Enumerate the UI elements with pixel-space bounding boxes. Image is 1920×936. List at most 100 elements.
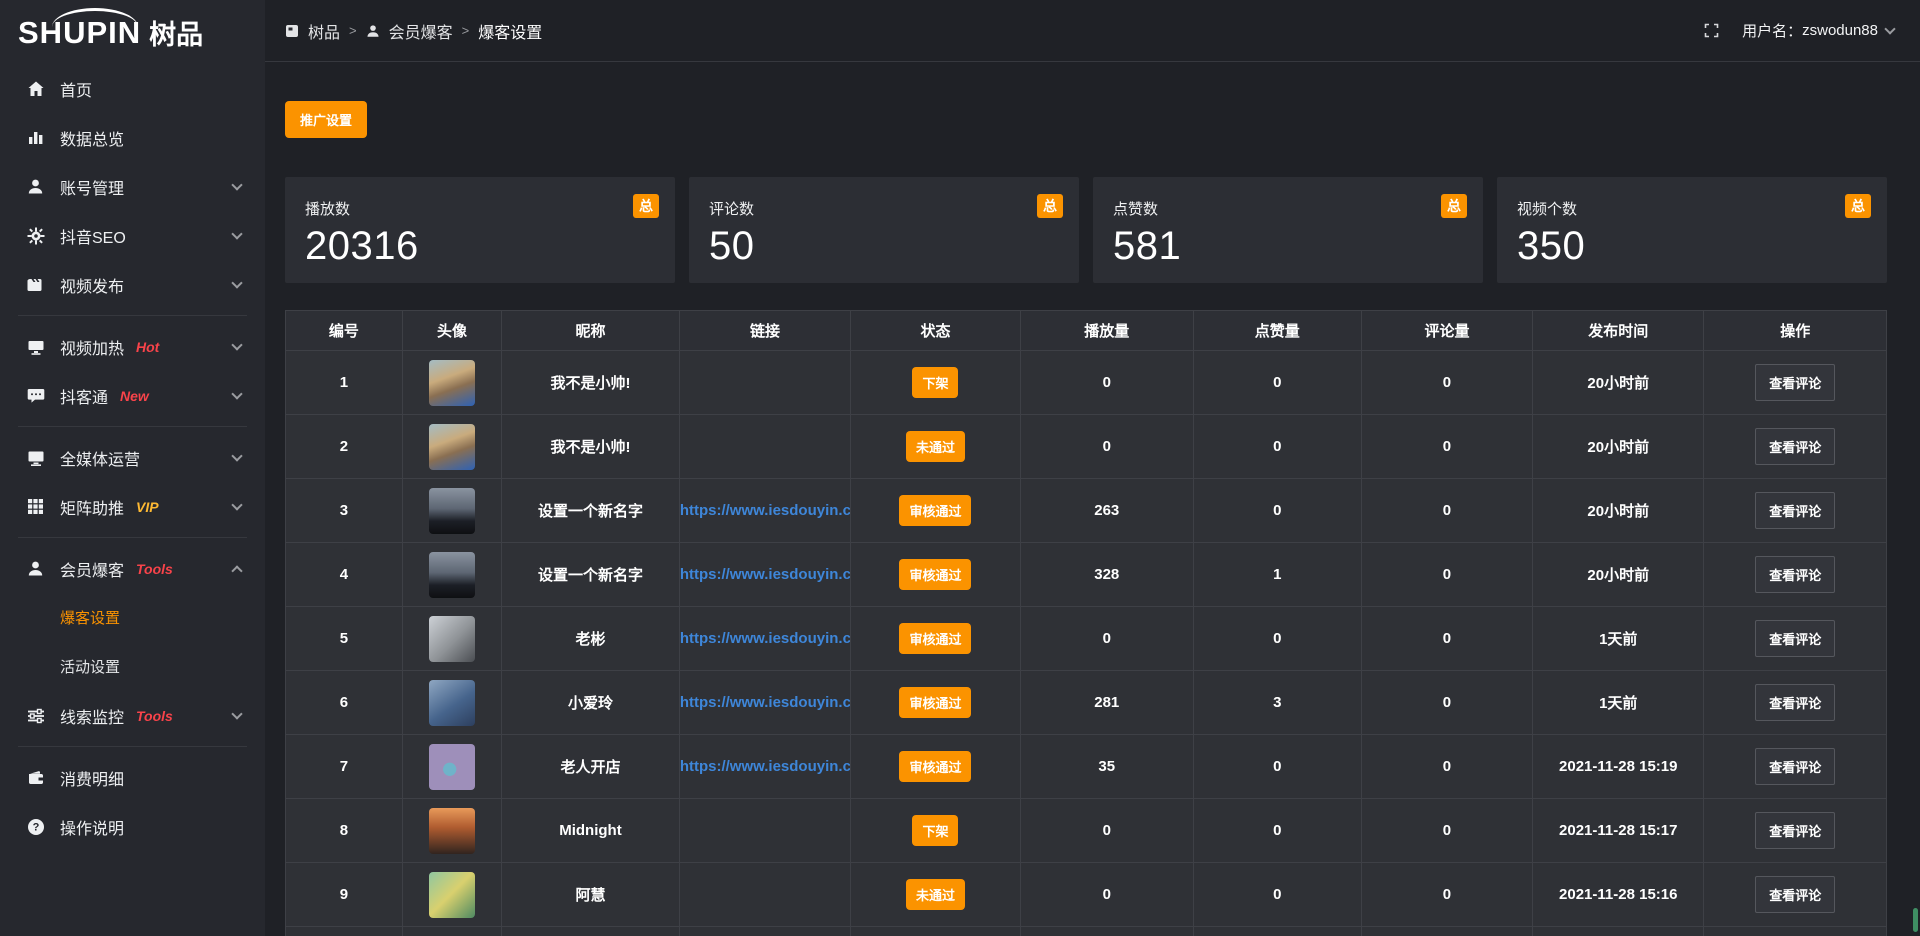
logo-text-cn: 树品 <box>149 13 203 52</box>
view-comments-button[interactable]: 查看评论 <box>1755 364 1835 401</box>
hot-badge: Hot <box>136 339 159 355</box>
sidebar-item-label: 账号管理 <box>60 175 124 199</box>
fullscreen-icon[interactable] <box>1703 22 1720 39</box>
cell-id: 1 <box>286 351 403 415</box>
table-row: 7 老人开店 https://www.iesdouyin.c 审核通过 35 0… <box>286 735 1887 799</box>
sidebar-item-omnimedia[interactable]: 全媒体运营 <box>0 433 265 482</box>
view-comments-button[interactable]: 查看评论 <box>1755 428 1835 465</box>
stat-value: 581 <box>1113 224 1467 269</box>
cell-link: https://www.iesdouyin.c <box>679 735 850 799</box>
sidebar-item-label: 视频发布 <box>60 273 124 297</box>
cell-id: 9 <box>286 863 403 927</box>
cell-likes: 0 <box>1193 415 1361 479</box>
cell-actions: 查看评论 <box>1704 735 1887 799</box>
cell-id: 2 <box>286 415 403 479</box>
cell-avatar <box>402 671 501 735</box>
breadcrumb: 树品 > 会员爆客 > 爆客设置 <box>285 19 542 43</box>
sidebar-divider <box>18 315 247 316</box>
status-badge: 审核通过 <box>899 623 971 654</box>
stat-label: 播放数 <box>305 198 659 219</box>
avatar <box>429 744 475 790</box>
cell-time: 20小时前 <box>1533 543 1704 607</box>
topbar: 树品 > 会员爆客 > 爆客设置 用户名： zswodun88 <box>265 0 1920 62</box>
sidebar-item-clue-monitor[interactable]: 线索监控 Tools <box>0 691 265 740</box>
chevron-up-icon <box>231 565 242 576</box>
col-header-avatar: 头像 <box>402 311 501 351</box>
cell-nickname: 老人开店 <box>502 735 680 799</box>
cell-actions: 查看评论 <box>1704 479 1887 543</box>
breadcrumb-item[interactable]: 会员爆客 <box>389 19 453 43</box>
view-comments-button[interactable]: 查看评论 <box>1755 748 1835 785</box>
cell-avatar <box>402 415 501 479</box>
stat-value: 350 <box>1517 224 1871 269</box>
avatar <box>429 488 475 534</box>
cell-status: 下架 <box>851 799 1021 863</box>
sidebar-item-data-overview[interactable]: 数据总览 <box>0 113 265 162</box>
sidebar-item-douyin-seo[interactable]: 抖音SEO <box>0 211 265 260</box>
cell-plays: 0 <box>1020 863 1193 927</box>
cell-time: 2021-11-28 15:19 <box>1533 735 1704 799</box>
video-link[interactable]: https://www.iesdouyin.c <box>680 566 851 583</box>
sidebar-item-matrix-boost[interactable]: 矩阵助推 VIP <box>0 482 265 531</box>
stat-cards: 播放数 20316 总 评论数 50 总 点赞数 581 总 视频个数 350 … <box>285 177 1887 283</box>
sidebar-item-label: 抖音SEO <box>60 224 126 248</box>
video-camera-icon <box>26 275 45 294</box>
status-badge: 审核通过 <box>899 751 971 782</box>
promo-settings-button[interactable]: 推广设置 <box>285 101 367 138</box>
video-link[interactable]: https://www.iesdouyin.c <box>680 758 851 775</box>
status-badge: 下架 <box>912 815 958 846</box>
sidebar-item-home[interactable]: 首页 <box>0 64 265 113</box>
cell-actions: 查看评论 <box>1704 415 1887 479</box>
sidebar-item-member-baoke[interactable]: 会员爆客 Tools <box>0 544 265 593</box>
breadcrumb-item[interactable]: 树品 <box>308 19 340 43</box>
sidebar-divider <box>18 426 247 427</box>
sidebar-subitem-baoke-settings[interactable]: 爆客设置 <box>0 593 265 642</box>
view-comments-button[interactable]: 查看评论 <box>1755 492 1835 529</box>
cell-plays: 263 <box>1020 479 1193 543</box>
sidebar-item-instructions[interactable]: ? 操作说明 <box>0 802 265 851</box>
sidebar-subitem-activity-settings[interactable]: 活动设置 <box>0 642 265 691</box>
stat-label: 点赞数 <box>1113 198 1467 219</box>
sidebar-item-label: 抖客通 <box>60 384 108 408</box>
total-badge: 总 <box>1845 194 1871 218</box>
app-logo: SHUPIN 树品 <box>0 0 265 64</box>
video-link[interactable]: https://www.iesdouyin.c <box>680 630 851 647</box>
col-header-likes: 点赞量 <box>1193 311 1361 351</box>
cell-actions: 查看评论 <box>1704 607 1887 671</box>
cell-id: 6 <box>286 671 403 735</box>
cell-time: 20小时前 <box>1533 479 1704 543</box>
view-comments-button[interactable]: 查看评论 <box>1755 812 1835 849</box>
col-header-nickname: 昵称 <box>502 311 680 351</box>
cell-likes <box>1193 927 1361 936</box>
view-comments-button[interactable]: 查看评论 <box>1755 684 1835 721</box>
cell-plays <box>1020 927 1193 936</box>
cell-id <box>286 927 403 936</box>
user-menu[interactable]: 用户名： zswodun88 <box>1742 20 1894 41</box>
gear-icon <box>26 226 45 245</box>
view-comments-button[interactable]: 查看评论 <box>1755 620 1835 657</box>
sidebar-item-douketong[interactable]: 抖客通 New <box>0 371 265 420</box>
video-link[interactable]: https://www.iesdouyin.c <box>680 694 851 711</box>
cell-status: 审核通过 <box>851 607 1021 671</box>
col-header-id: 编号 <box>286 311 403 351</box>
scrollbar-thumb[interactable] <box>1913 908 1918 932</box>
view-comments-button[interactable]: 查看评论 <box>1755 556 1835 593</box>
main-content: 推广设置 播放数 20316 总 评论数 50 总 点赞数 581 总 视频个数… <box>265 63 1920 936</box>
status-badge: 未通过 <box>906 431 965 462</box>
cell-link: https://www.iesdouyin.c <box>679 479 850 543</box>
chevron-down-icon <box>231 388 242 399</box>
dashboard-icon <box>285 24 299 38</box>
sidebar-item-account-mgmt[interactable]: 账号管理 <box>0 162 265 211</box>
sidebar-item-video-publish[interactable]: 视频发布 <box>0 260 265 309</box>
cell-status: 下架 <box>851 351 1021 415</box>
sidebar-item-label: 全媒体运营 <box>60 446 140 470</box>
cell-actions: 查看评论 <box>1704 799 1887 863</box>
tv-icon <box>26 337 45 356</box>
sidebar-item-consumption-details[interactable]: 消费明细 <box>0 753 265 802</box>
video-link[interactable]: https://www.iesdouyin.c <box>680 502 851 519</box>
cell-id: 3 <box>286 479 403 543</box>
sidebar-item-video-heat[interactable]: 视频加热 Hot <box>0 322 265 371</box>
cell-comments: 0 <box>1361 415 1532 479</box>
view-comments-button[interactable]: 查看评论 <box>1755 876 1835 913</box>
cell-likes: 0 <box>1193 351 1361 415</box>
